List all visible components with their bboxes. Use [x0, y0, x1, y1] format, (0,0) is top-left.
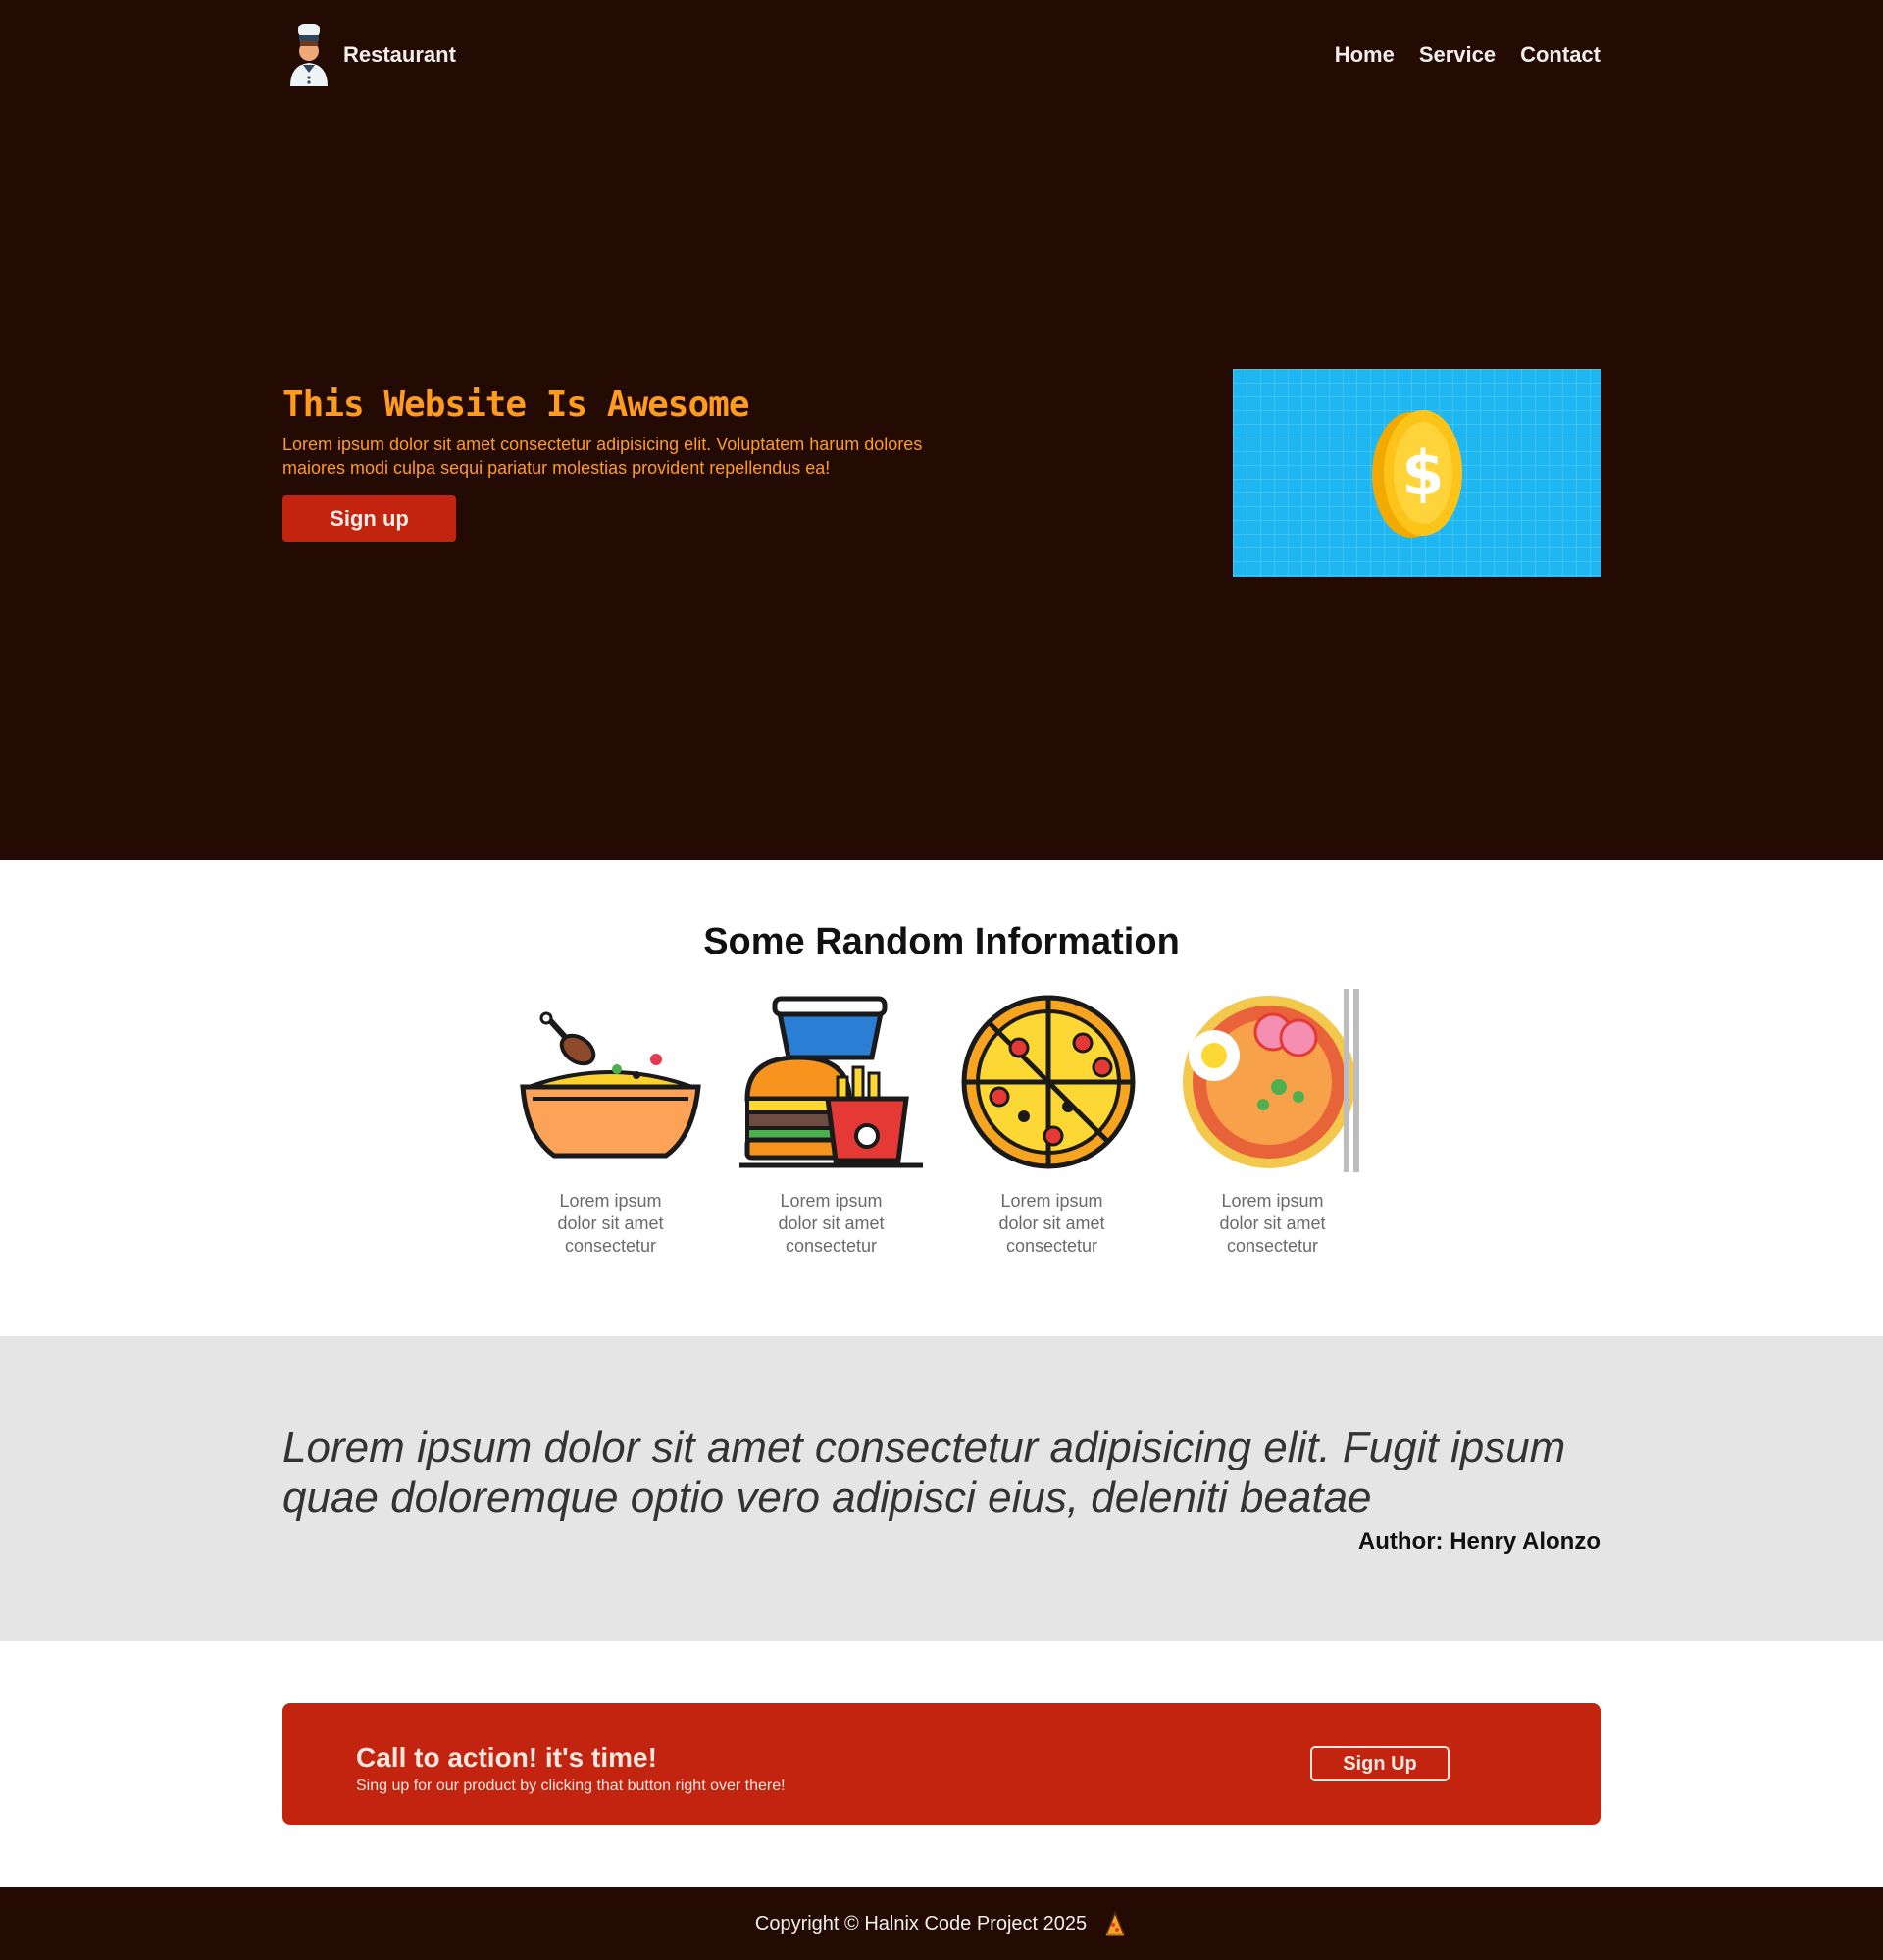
hero-title: This Website Is Awesome — [282, 385, 750, 425]
hero-signup-button[interactable]: Sign up — [282, 495, 456, 542]
footer-copyright: Copyright © Halnix Code Project 2025 — [754, 1912, 1088, 1934]
info-section: Some Random Information Lorem ipsum dolo… — [0, 860, 1883, 1336]
food-grid: Lorem ipsum dolor sit amet consectetur L… — [0, 989, 1883, 1258]
nav-link-contact[interactable]: Contact — [1520, 42, 1601, 68]
cta-subtitle: Sing up for our product by clicking that… — [356, 1778, 786, 1794]
footer: Copyright © Halnix Code Project 2025 — [0, 1887, 1883, 1960]
food-item-text: Lorem ipsum dolor sit amet consectetur — [557, 1191, 664, 1256]
nav-link-service[interactable]: Service — [1419, 42, 1496, 68]
chef-icon — [290, 24, 328, 86]
hero-section: Restaurant Home Service Contact This Web… — [0, 0, 1883, 860]
nav-links: Home Service Contact — [1335, 42, 1601, 68]
svg-text:$: $ — [1401, 438, 1444, 509]
food-item-text: Lorem ipsum dolor sit amet consectetur — [1219, 1191, 1326, 1256]
hero-text: This Website Is Awesome Lorem ipsum dolo… — [282, 369, 949, 542]
coin-icon: $ — [1233, 369, 1601, 577]
food-item: Lorem ipsum dolor sit amet consectetur — [519, 989, 702, 1258]
food-item-text: Lorem ipsum dolor sit amet consectetur — [998, 1191, 1105, 1256]
ramen-icon — [1183, 989, 1359, 1172]
hero-description: Lorem ipsum dolor sit amet consectetur a… — [282, 435, 923, 478]
quote-text: Lorem ipsum dolor sit amet consectetur a… — [282, 1423, 1566, 1522]
cta-section: Call to action! it's time! Sing up for o… — [0, 1641, 1883, 1887]
food-item: Lorem ipsum dolor sit amet consectetur — [1181, 989, 1364, 1258]
food-item: Lorem ipsum dolor sit amet consectetur — [739, 989, 923, 1258]
food-item-text: Lorem ipsum dolor sit amet consectetur — [778, 1191, 885, 1256]
navbar: Restaurant Home Service Contact — [282, 0, 1601, 110]
burger-fries-icon — [739, 996, 923, 1168]
quote-author: Author: Henry Alonzo — [1357, 1528, 1601, 1555]
rice-bowl-icon — [520, 1011, 701, 1159]
info-title: Some Random Information — [703, 921, 1180, 962]
quote-section: Lorem ipsum dolor sit amet consectetur a… — [0, 1336, 1883, 1641]
brand[interactable]: Restaurant — [282, 24, 456, 86]
cta-signup-button[interactable]: Sign Up — [1310, 1746, 1450, 1781]
food-item: Lorem ipsum dolor sit amet consectetur — [960, 989, 1144, 1258]
nav-link-home[interactable]: Home — [1335, 42, 1395, 68]
pizza-icon — [961, 995, 1136, 1169]
cta-box: Call to action! it's time! Sing up for o… — [282, 1703, 1601, 1825]
pizza-slice-icon — [1105, 1911, 1126, 1936]
cta-title: Call to action! it's time! — [356, 1742, 657, 1773]
brand-name: Restaurant — [343, 42, 456, 67]
